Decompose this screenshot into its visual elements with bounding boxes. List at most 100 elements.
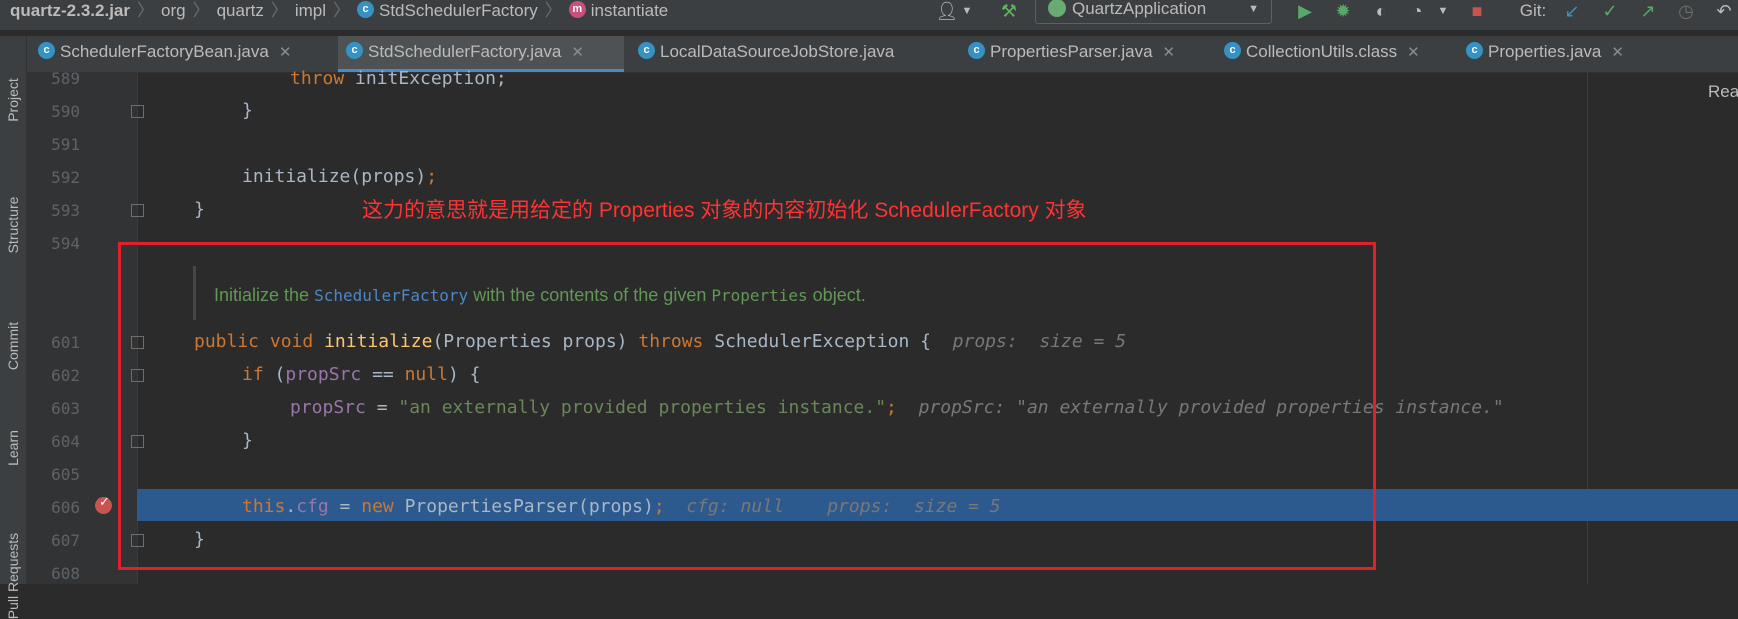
- breadcrumb-class[interactable]: StdSchedulerFactory: [379, 1, 538, 20]
- class-icon: c: [357, 1, 374, 19]
- fold-marker[interactable]: [131, 435, 144, 448]
- code-line-593[interactable]: }: [194, 199, 205, 220]
- code-line-601[interactable]: public void initialize(Properties props)…: [194, 331, 1126, 352]
- fold-marker[interactable]: [131, 369, 144, 382]
- git-commit-icon[interactable]: ✓: [1598, 0, 1622, 22]
- navigation-bar: quartz-2.3.2.jar 〉 org 〉 quartz 〉 impl 〉 c StdSch…: [0, 0, 1738, 30]
- breadcrumb-separator: 〉: [544, 1, 562, 20]
- breadcrumb-separator: 〉: [270, 1, 288, 20]
- rollback-icon[interactable]: ↶: [1712, 0, 1736, 22]
- annotation-note: 这力的意思就是用给定的 Properties 对象的内容初始化 Schedule…: [362, 199, 1087, 222]
- tool-window-structure[interactable]: Structure: [5, 197, 21, 254]
- class-icon: c: [38, 42, 55, 60]
- javadoc-rendered-block: [193, 266, 196, 320]
- tab-scheduler-factory-bean[interactable]: c SchedulerFactoryBean.java ✕: [38, 36, 326, 72]
- breadcrumb-package-impl[interactable]: impl: [295, 1, 326, 20]
- line-number: 606: [51, 498, 80, 517]
- spring-boot-icon: [1048, 0, 1066, 17]
- code-line-603[interactable]: propSrc = "an externally provided proper…: [290, 397, 1504, 418]
- breadcrumb-method[interactable]: instantiate: [591, 1, 669, 20]
- breadcrumb: quartz-2.3.2.jar 〉 org 〉 quartz 〉 impl 〉 c StdSch…: [10, 0, 668, 22]
- breadcrumb-jar[interactable]: quartz-2.3.2.jar: [10, 1, 130, 20]
- run-icon[interactable]: ▶: [1292, 0, 1318, 22]
- breakpoint-icon[interactable]: [95, 494, 112, 514]
- git-push-icon[interactable]: ↗: [1636, 0, 1660, 22]
- tool-window-strip: Project Structure Commit Learn Pull Requ…: [0, 36, 27, 619]
- tool-window-commit[interactable]: Commit: [5, 322, 21, 370]
- class-icon: c: [346, 42, 363, 60]
- code-line-592[interactable]: initialize(props);: [242, 166, 437, 187]
- line-number: 590: [51, 102, 80, 121]
- tab-std-scheduler-factory[interactable]: c StdSchedulerFactory.java ✕: [338, 36, 624, 72]
- git-history-icon[interactable]: ◷: [1674, 0, 1698, 22]
- build-hammer-icon[interactable]: ⚒: [996, 0, 1022, 22]
- breadcrumb-separator: 〉: [333, 1, 350, 20]
- close-icon[interactable]: ✕: [1611, 44, 1624, 61]
- code-line-604[interactable]: }: [242, 430, 253, 451]
- class-icon: c: [1466, 42, 1483, 60]
- tab-properties[interactable]: c Properties.java ✕: [1466, 36, 1646, 72]
- inline-debug-value: props: size = 5: [952, 331, 1127, 352]
- tool-window-pull-requests[interactable]: Pull Requests: [5, 533, 21, 619]
- debug-bug-icon[interactable]: ✹: [1330, 0, 1356, 22]
- close-icon[interactable]: ✕: [1407, 44, 1420, 61]
- line-number: 593: [51, 201, 80, 220]
- fold-marker[interactable]: [131, 105, 144, 118]
- breadcrumb-separator: 〉: [137, 1, 154, 20]
- tab-label: StdSchedulerFactory.java: [368, 42, 562, 61]
- close-icon[interactable]: ✕: [279, 44, 292, 61]
- tab-label: CollectionUtils.class: [1246, 42, 1398, 61]
- chevron-down-icon[interactable]: ▼: [1436, 0, 1450, 22]
- breadcrumb-separator: 〉: [192, 1, 210, 20]
- inline-debug-value: cfg: null props: size = 5: [686, 496, 1001, 517]
- tab-collection-utils[interactable]: c CollectionUtils.class ✕: [1224, 36, 1460, 72]
- tool-window-learn[interactable]: Learn: [5, 430, 21, 466]
- fold-marker[interactable]: [131, 336, 144, 349]
- breadcrumb-package-org[interactable]: org: [161, 1, 186, 20]
- method-icon: m: [568, 1, 586, 19]
- line-number: 602: [51, 366, 80, 385]
- class-icon: c: [638, 42, 655, 60]
- code-line-589[interactable]: throw initException;: [290, 68, 507, 89]
- tab-properties-parser[interactable]: c PropertiesParser.java ✕: [968, 36, 1208, 72]
- user-icon[interactable]: 👤︎: [932, 0, 962, 22]
- javadoc-text: Initialize the SchedulerFactory with the…: [214, 285, 866, 305]
- run-configuration-select[interactable]: QuartzApplication ▼: [1035, 0, 1272, 24]
- chevron-down-icon: ▼: [1248, 3, 1259, 15]
- editor-tabs: c SchedulerFactoryBean.java ✕ c StdSchedule…: [0, 36, 1738, 73]
- fold-marker[interactable]: [131, 534, 144, 547]
- line-number: 601: [51, 333, 80, 352]
- code-line-602[interactable]: if (propSrc == null) {: [242, 364, 480, 385]
- breadcrumb-package-quartz[interactable]: quartz: [217, 1, 264, 20]
- chevron-down-icon[interactable]: ▼: [960, 0, 974, 22]
- class-icon: c: [968, 42, 985, 60]
- close-icon[interactable]: ✕: [1163, 44, 1176, 61]
- line-number: 605: [51, 465, 80, 484]
- git-label: Git:: [1519, 1, 1547, 20]
- line-number: 589: [51, 69, 80, 88]
- line-number: 592: [51, 168, 80, 187]
- line-number: 591: [51, 135, 80, 154]
- stop-icon[interactable]: ■: [1466, 0, 1488, 22]
- code-line-607[interactable]: }: [194, 529, 205, 550]
- tab-local-data-source-job-store[interactable]: c LocalDataSourceJobStore.java: [638, 36, 938, 72]
- run-configuration-label: QuartzApplication: [1072, 0, 1207, 18]
- line-number: 608: [51, 564, 80, 583]
- tab-label: SchedulerFactoryBean.java: [60, 42, 269, 61]
- code-line-606[interactable]: this.cfg = new PropertiesParser(props); …: [242, 496, 1001, 517]
- class-icon: c: [1224, 42, 1241, 60]
- line-number: 604: [51, 432, 80, 451]
- tab-label: LocalDataSourceJobStore.java: [660, 42, 895, 61]
- close-icon[interactable]: ✕: [571, 44, 584, 61]
- line-number: 603: [51, 399, 80, 418]
- line-number: 607: [51, 531, 80, 550]
- profiler-icon[interactable]: ◔: [1404, 0, 1430, 22]
- tool-window-project[interactable]: Project: [5, 78, 21, 122]
- reader-mode-label[interactable]: Rea: [1708, 82, 1738, 102]
- code-line-590[interactable]: }: [242, 100, 253, 121]
- tab-label: Properties.java: [1488, 42, 1602, 61]
- fold-marker[interactable]: [131, 204, 144, 217]
- tab-label: PropertiesParser.java: [990, 42, 1153, 61]
- coverage-icon[interactable]: ◐: [1368, 0, 1394, 22]
- git-update-icon[interactable]: ↙: [1560, 0, 1584, 22]
